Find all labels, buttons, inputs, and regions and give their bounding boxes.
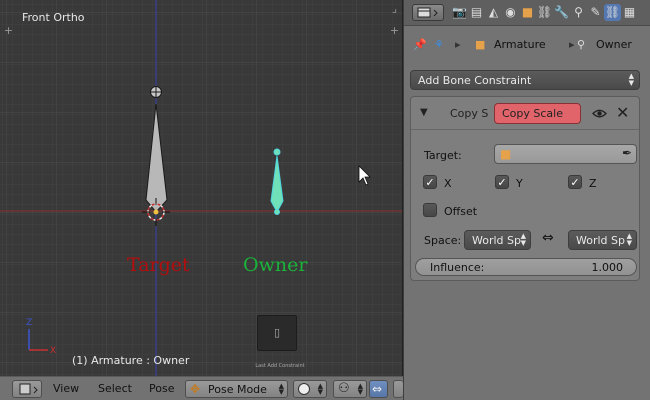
svg-text:X: X [50, 346, 56, 356]
eyedropper-icon[interactable]: ✒ [622, 146, 632, 160]
properties-editor-icon [417, 7, 438, 18]
target-space-value: World Sp [472, 234, 521, 247]
z-checkbox[interactable]: ✓ [568, 175, 582, 189]
x-label: X [444, 177, 452, 190]
bone-icon: ⚲ [577, 38, 586, 51]
collapse-arrow-icon[interactable]: ▼ [420, 107, 428, 118]
breadcrumb-bone: Owner [596, 38, 632, 51]
dropdown-arrows-icon: ▲ ▼ [626, 232, 632, 247]
z-label: Z [589, 177, 597, 190]
constraints-icon[interactable]: ⛓ [536, 4, 553, 21]
editor-type-button[interactable] [412, 4, 444, 21]
keystroke-hint-text: Last Add Constraint [255, 363, 305, 369]
context-breadcrumb: 📌 ⚘ ▸ ■ Armature ▸ ⚲ Owner [404, 31, 650, 57]
bone-context-icon: ⚘ [434, 38, 444, 51]
pose-mode-icon: ✥ [190, 382, 201, 396]
svg-text:Z: Z [26, 318, 32, 328]
target-text-label: Target [127, 254, 190, 276]
close-icon[interactable]: ✕ [616, 103, 629, 122]
3d-viewport[interactable]: Z X Front Ortho + + ⌟ Target Owner ▯ Las… [0, 0, 403, 376]
solid-shading-icon [298, 383, 310, 395]
constraint-name-text: Copy Scale [502, 107, 563, 120]
manipulator-toggle[interactable]: ⇔ [369, 380, 388, 398]
y-label: Y [516, 177, 523, 190]
dropdown-arrows-icon: ▲ ▼ [628, 72, 634, 87]
pivot-selector[interactable]: ⚇ ▲ ▼ [333, 380, 367, 398]
viewport-grid: Z X [0, 0, 402, 376]
region-expand-icon[interactable]: + [3, 25, 14, 36]
constraint-name-field[interactable]: Copy Scale [494, 103, 581, 124]
pin-icon[interactable]: 📌 [413, 38, 427, 51]
dropdown-arrows-icon: ▲ ▼ [278, 382, 284, 396]
viewport-status: (1) Armature : Owner [72, 354, 190, 367]
breadcrumb-armature: Armature [494, 38, 546, 51]
space-swap-icon: ⇔ [542, 230, 554, 246]
breadcrumb-separator-icon: ▸ [455, 38, 461, 51]
target-field[interactable]: ■ ✒ [494, 144, 637, 164]
editor-type-button[interactable] [12, 380, 42, 398]
armature-data-icon[interactable]: ⚲ [570, 4, 587, 21]
owner-text-label: Owner [243, 254, 308, 276]
menu-pose[interactable]: Pose [149, 382, 174, 395]
owner-space-value: World Sp [576, 234, 625, 247]
add-bone-constraint-label: Add Bone Constraint [418, 74, 532, 87]
manipulator-icon: ⇔ [372, 382, 383, 396]
menu-view[interactable]: View [53, 382, 79, 395]
y-checkbox[interactable]: ✓ [495, 175, 509, 189]
area-split-corner-icon[interactable]: ⌟ [389, 3, 400, 14]
bone-constraint-icon[interactable]: ⛓ [604, 4, 621, 21]
render-layers-icon[interactable]: ▤ [468, 4, 485, 21]
influence-slider[interactable]: Influence: 1.000 [415, 258, 637, 276]
modifiers-icon[interactable]: 🔧 [553, 4, 570, 21]
dropdown-arrows-icon: ▲ ▼ [357, 382, 363, 396]
view-title: Front Ortho [22, 11, 85, 24]
mouse-icon: ▯ [274, 326, 281, 339]
pivot-icon: ⚇ [338, 381, 350, 396]
object-icon: ■ [500, 147, 512, 161]
texture-icon[interactable]: ▦ [621, 4, 638, 21]
add-bone-constraint-dropdown[interactable]: Add Bone Constraint ▲ ▼ [410, 70, 640, 90]
space-label: Space: [424, 234, 462, 247]
keystroke-hint-box: ▯ [257, 315, 297, 351]
bone-icon[interactable]: ✎ [587, 4, 604, 21]
offset-checkbox[interactable] [423, 203, 437, 217]
cube-icon [19, 383, 38, 395]
dropdown-arrows-icon: ▲ ▼ [317, 382, 323, 396]
constraint-panel: ▼ Copy S Copy Scale ✕ Target: ■ ✒ ✓ X ✓ … [410, 96, 640, 281]
world-icon[interactable]: ◉ [502, 4, 519, 21]
mode-selector[interactable]: ✥ Pose Mode ▲ ▼ [185, 380, 288, 398]
owner-space-dropdown[interactable]: World Sp ▲ ▼ [568, 230, 637, 250]
influence-value: 1.000 [591, 261, 624, 274]
header-overflow[interactable] [393, 380, 403, 398]
viewport-header: View Select Pose ✥ Pose Mode ▲ ▼ ▲ ▼ ⚇ ▲ ▼ … [0, 376, 403, 400]
target-label: Target: [424, 149, 462, 162]
region-expand-icon[interactable]: + [389, 25, 400, 36]
offset-label: Offset [444, 205, 478, 218]
properties-editor: 📷 ▤ ◭ ◉ ■ ⛓ 🔧 ⚲ ✎ ⛓ ▦ 📌 ⚘ ▸ ■ Armature ▸… [404, 0, 650, 400]
influence-label: Influence: [430, 261, 485, 274]
breadcrumb-separator-icon: ▸ [569, 38, 575, 51]
scene-icon[interactable]: ◭ [485, 4, 502, 21]
eye-icon[interactable] [591, 105, 608, 122]
shading-selector[interactable]: ▲ ▼ [293, 380, 327, 398]
constraint-header: ▼ Copy S Copy Scale ✕ [411, 97, 639, 130]
x-checkbox[interactable]: ✓ [423, 175, 437, 189]
object-icon[interactable]: ■ [519, 4, 536, 21]
properties-header: 📷 ▤ ◭ ◉ ■ ⛓ 🔧 ⚲ ✎ ⛓ ▦ [404, 0, 650, 26]
armature-object-icon: ■ [475, 38, 486, 51]
target-space-dropdown[interactable]: World Sp ▲ ▼ [464, 230, 531, 250]
mode-label: Pose Mode [208, 383, 267, 396]
menu-select[interactable]: Select [98, 382, 132, 395]
render-icon[interactable]: 📷 [451, 4, 468, 21]
constraint-type-label: Copy S [450, 107, 489, 120]
dropdown-arrows-icon: ▲ ▼ [520, 232, 526, 247]
